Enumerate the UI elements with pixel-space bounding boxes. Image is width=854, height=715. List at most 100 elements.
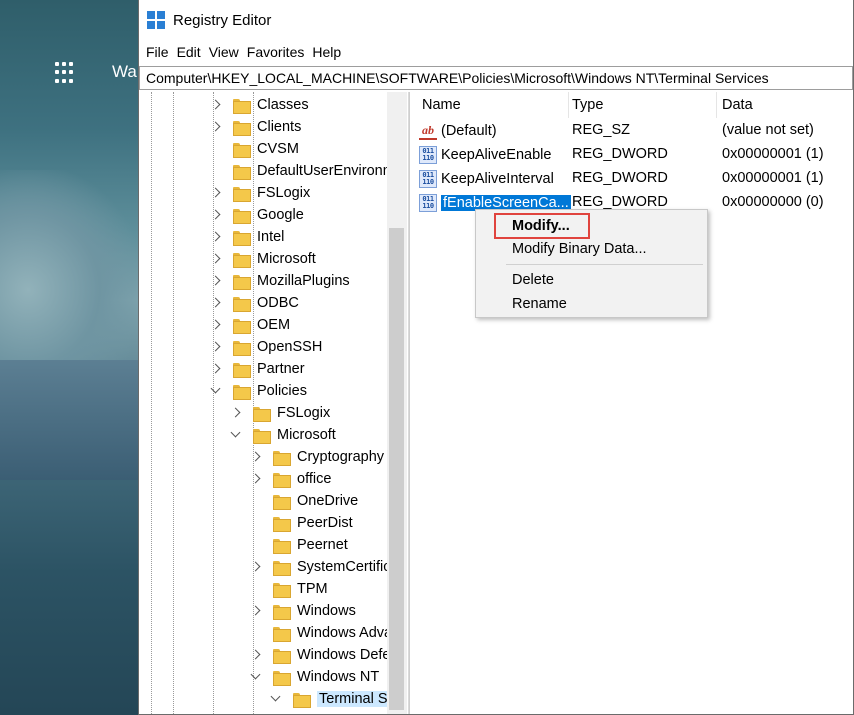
key-tree-pane[interactable]: Classes Clients CVSM DefaultUserEnvironm FSL… bbox=[139, 92, 409, 714]
address-bar[interactable]: Computer\HKEY_LOCAL_MACHINE\SOFTWARE\Pol… bbox=[139, 66, 853, 90]
folder-icon bbox=[233, 340, 251, 356]
chevron-right-icon[interactable] bbox=[209, 318, 223, 332]
tree-item-label: TPM bbox=[297, 581, 328, 597]
tree-item[interactable]: FSLogix bbox=[229, 402, 330, 424]
folder-icon bbox=[273, 450, 291, 466]
chevron-right-icon[interactable] bbox=[249, 560, 263, 574]
folder-icon bbox=[273, 560, 291, 576]
folder-icon bbox=[233, 384, 251, 400]
column-header-type[interactable]: Type bbox=[572, 97, 603, 113]
tree-item[interactable]: Microsoft bbox=[229, 424, 336, 446]
column-divider[interactable] bbox=[716, 92, 717, 118]
tree-item[interactable]: OneDrive bbox=[249, 490, 358, 512]
tree-item[interactable]: Microsoft bbox=[209, 248, 316, 270]
chevron-right-icon[interactable] bbox=[209, 208, 223, 222]
tree-item[interactable]: DefaultUserEnvironm bbox=[209, 160, 395, 182]
chevron-right-icon[interactable] bbox=[209, 120, 223, 134]
tree-item[interactable]: CVSM bbox=[209, 138, 299, 160]
value-data: 0x00000000 (0) bbox=[722, 194, 824, 210]
chevron-right-icon[interactable] bbox=[209, 362, 223, 376]
tree-item[interactable]: MozillaPlugins bbox=[209, 270, 350, 292]
tree-item[interactable]: PeerDist bbox=[249, 512, 353, 534]
chevron-right-icon[interactable] bbox=[229, 406, 243, 420]
tree-item[interactable]: Partner bbox=[209, 358, 305, 380]
folder-icon bbox=[253, 428, 271, 444]
app-launcher-icon[interactable] bbox=[55, 62, 77, 84]
chevron-right-icon[interactable] bbox=[209, 98, 223, 112]
tree-scrollbar-thumb[interactable] bbox=[389, 228, 404, 710]
value-type: REG_DWORD bbox=[572, 146, 668, 162]
tree-item[interactable]: Windows Adva bbox=[249, 622, 392, 644]
list-row[interactable]: ab (Default) REG_SZ (value not set) bbox=[413, 119, 853, 143]
context-menu-delete[interactable]: Delete bbox=[512, 272, 554, 288]
folder-icon bbox=[273, 670, 291, 686]
chevron-right-icon[interactable] bbox=[249, 648, 263, 662]
tree-item[interactable]: Cryptography bbox=[249, 446, 384, 468]
column-divider[interactable] bbox=[568, 92, 569, 118]
value-type: REG_SZ bbox=[572, 122, 631, 138]
tree-item-label: PeerDist bbox=[297, 515, 353, 531]
tree-item-label: FSLogix bbox=[277, 405, 331, 421]
folder-icon bbox=[273, 494, 291, 510]
chevron-down-icon[interactable] bbox=[249, 670, 263, 684]
chevron-right-icon[interactable] bbox=[249, 472, 263, 486]
tree-item[interactable]: Policies bbox=[209, 380, 307, 402]
menu-edit[interactable]: Edit bbox=[176, 44, 208, 60]
chevron-right-icon[interactable] bbox=[209, 252, 223, 266]
title-bar[interactable]: Registry Editor bbox=[139, 0, 853, 40]
menu-bar: File Edit View Favorites Help bbox=[139, 40, 853, 64]
tree-item[interactable]: Windows bbox=[249, 600, 356, 622]
chevron-right-icon[interactable] bbox=[249, 450, 263, 464]
chevron-right-icon[interactable] bbox=[209, 340, 223, 354]
tree-item[interactable]: office bbox=[249, 468, 331, 490]
folder-icon bbox=[273, 516, 291, 532]
tree-item[interactable]: Windows NT bbox=[249, 666, 379, 688]
tree-item[interactable]: Windows Defe bbox=[249, 644, 390, 666]
tree-item-label: Partner bbox=[257, 361, 305, 377]
tree-item[interactable]: SystemCertifica bbox=[249, 556, 399, 578]
chevron-right-icon[interactable] bbox=[209, 186, 223, 200]
list-row[interactable]: 011 110 KeepAliveInterval REG_DWORD 0x000000… bbox=[413, 167, 853, 191]
tree-item[interactable]: OpenSSH bbox=[209, 336, 322, 358]
folder-icon bbox=[273, 604, 291, 620]
context-menu-modify-binary[interactable]: Modify Binary Data... bbox=[512, 241, 647, 257]
chevron-down-icon[interactable] bbox=[229, 428, 243, 442]
tree-guide-line bbox=[173, 92, 174, 714]
tree-item[interactable]: Google bbox=[209, 204, 304, 226]
tree-item[interactable]: Terminal Se bbox=[269, 688, 398, 710]
value-type: REG_DWORD bbox=[572, 170, 668, 186]
menu-file[interactable]: File bbox=[145, 44, 176, 60]
tree-item-label: Microsoft bbox=[257, 251, 316, 267]
value-name-cell: 011 110 KeepAliveInterval bbox=[419, 170, 554, 188]
menu-favorites[interactable]: Favorites bbox=[246, 44, 312, 60]
tree-item[interactable]: Clients bbox=[209, 116, 301, 138]
tree-item[interactable]: ODBC bbox=[209, 292, 299, 314]
chevron-down-icon[interactable] bbox=[269, 692, 283, 706]
tree-item[interactable]: Peernet bbox=[249, 534, 348, 556]
menu-help[interactable]: Help bbox=[311, 44, 348, 60]
tree-item[interactable]: TPM bbox=[249, 578, 328, 600]
chevron-right-icon[interactable] bbox=[209, 274, 223, 288]
tree-item-label: SystemCertifica bbox=[297, 559, 399, 575]
chevron-down-icon[interactable] bbox=[209, 384, 223, 398]
context-menu-rename[interactable]: Rename bbox=[512, 296, 567, 312]
tree-item[interactable]: Classes bbox=[209, 94, 309, 116]
chevron-right-icon[interactable] bbox=[249, 604, 263, 618]
chevron-right-icon[interactable] bbox=[209, 296, 223, 310]
list-row[interactable]: 011 110 KeepAliveEnable REG_DWORD 0x00000001… bbox=[413, 143, 853, 167]
menu-view[interactable]: View bbox=[208, 44, 246, 60]
folder-icon bbox=[233, 362, 251, 378]
values-list-pane[interactable]: Name Type Data ab (Default) REG_SZ (value n… bbox=[413, 92, 853, 714]
column-header-name[interactable]: Name bbox=[422, 97, 461, 113]
tree-item[interactable]: OEM bbox=[209, 314, 290, 336]
tree-item[interactable]: Intel bbox=[209, 226, 284, 248]
tree-item[interactable]: FSLogix bbox=[209, 182, 310, 204]
chevron-right-icon[interactable] bbox=[209, 230, 223, 244]
column-header-data[interactable]: Data bbox=[722, 97, 753, 113]
tree-item-label: Google bbox=[257, 207, 304, 223]
value-name: KeepAliveInterval bbox=[441, 171, 554, 187]
